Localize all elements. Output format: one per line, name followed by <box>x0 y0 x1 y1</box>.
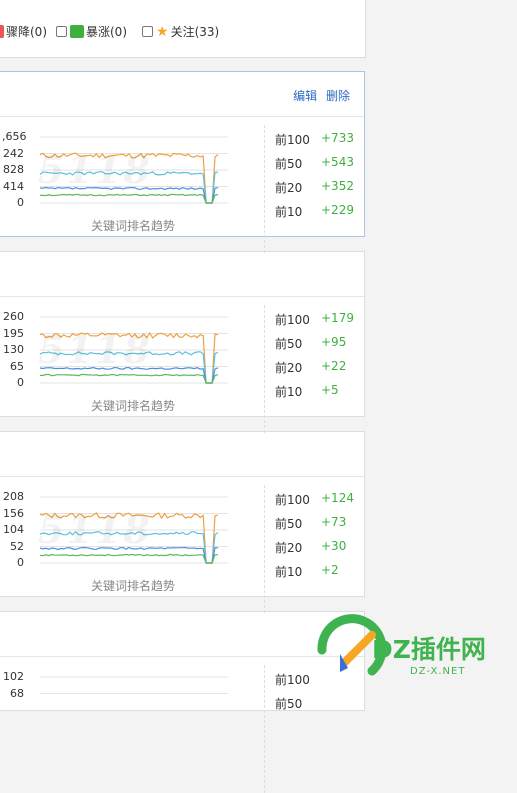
rank-change: +2 <box>321 563 339 577</box>
chart-caption: 关键词排名趋势 <box>91 579 176 593</box>
edit-link[interactable]: 编辑 <box>293 89 317 103</box>
rank-change: +73 <box>321 515 347 529</box>
y-tick-label: 156 <box>3 506 24 520</box>
series-line-top10 <box>39 553 218 564</box>
logo-domain: DZ-X.NET <box>410 666 466 677</box>
star-icon: ★ <box>156 23 169 40</box>
rank-label: 前100 <box>275 313 310 327</box>
trend-down-icon <box>0 25 4 38</box>
card-header <box>0 432 364 477</box>
y-tick-label: 414 <box>3 179 24 193</box>
rank-stat: 前50 +73 <box>275 515 346 532</box>
stats-divider <box>264 665 265 793</box>
y-tick-label: 130 <box>3 343 24 356</box>
filter-plunge[interactable]: 骤降(0) <box>0 23 47 40</box>
rank-change: +179 <box>321 311 354 325</box>
y-tick-label: 104 <box>3 523 24 536</box>
y-tick-label: 0 <box>17 556 24 569</box>
site-logo: DZ插件网 DZ-X.NET <box>310 600 517 700</box>
rank-change: +95 <box>321 335 347 349</box>
trend-chart: 208 156 104 52 0 5118 关键词排名趋势 <box>0 489 240 601</box>
rank-change: +124 <box>321 491 354 505</box>
trend-chart-svg <box>40 676 228 694</box>
rank-stat: 前100 +124 <box>275 491 354 508</box>
rank-change: +733 <box>321 131 354 145</box>
y-tick-label: 65 <box>10 359 24 373</box>
rank-stat: 前10 +5 <box>275 383 339 400</box>
y-tick-label: 0 <box>17 196 24 209</box>
rank-label: 前50 <box>275 157 303 171</box>
watermark: 5118 <box>38 327 152 372</box>
y-tick-label: 102 <box>3 670 24 683</box>
trend-chart: 260 195 130 65 0 5118 关键词排名趋势 <box>0 309 240 421</box>
rank-change: +22 <box>321 359 347 373</box>
trend-up-icon <box>70 25 84 38</box>
y-tick-label: 0 <box>17 376 24 389</box>
follow-checkbox[interactable] <box>142 26 153 37</box>
y-tick-label: 828 <box>3 163 24 176</box>
y-tick-label: 195 <box>3 326 24 340</box>
rank-label: 前50 <box>275 697 303 711</box>
rank-change: +229 <box>321 203 354 217</box>
rank-stat: 前50 +543 <box>275 155 354 172</box>
card-header <box>0 252 364 297</box>
rank-label: 前100 <box>275 673 310 687</box>
rank-label: 前20 <box>275 541 303 555</box>
rank-stat: 前20 +30 <box>275 539 346 556</box>
y-tick-label: 68 <box>10 686 24 700</box>
rank-stat: 前50 <box>275 695 302 712</box>
rank-label: 前50 <box>275 517 303 531</box>
rank-change: +352 <box>321 179 354 193</box>
logo-brand: DZ插件网 <box>372 635 486 664</box>
rank-label: 前10 <box>275 205 303 219</box>
rank-label: 前10 <box>275 565 303 579</box>
rank-label: 前100 <box>275 133 310 147</box>
rank-change: +5 <box>321 383 339 397</box>
stats-divider <box>264 305 265 433</box>
watermark: 5118 <box>38 147 152 192</box>
rank-stat: 前50 +95 <box>275 335 346 352</box>
filter-bar: 骤降(0) 暴涨(0) ★ 关注(33) <box>0 0 366 58</box>
surge-checkbox[interactable] <box>56 26 67 37</box>
rank-label: 前20 <box>275 181 303 195</box>
rank-change: +30 <box>321 539 347 553</box>
rank-label: 前10 <box>275 385 303 399</box>
watermark: 5118 <box>38 507 152 552</box>
rank-label: 前50 <box>275 337 303 351</box>
series-line-top10 <box>39 373 219 384</box>
rank-stat: 前20 +22 <box>275 359 346 376</box>
chart-caption: 关键词排名趋势 <box>91 399 176 413</box>
series-line-top10 <box>39 193 219 204</box>
delete-link[interactable]: 删除 <box>326 89 350 103</box>
rank-stat: 前10 +229 <box>275 203 354 220</box>
y-tick-label: 52 <box>10 539 24 553</box>
rank-stat: 前100 +179 <box>275 311 354 328</box>
rank-stat: 前20 +352 <box>275 179 354 196</box>
card-header: 编辑 删除 <box>0 72 364 117</box>
stats-divider <box>264 125 265 253</box>
rank-stat: 前100 +733 <box>275 131 354 148</box>
y-tick-label: 260 <box>3 310 24 323</box>
y-tick-label: 242 <box>3 146 24 160</box>
rank-change: +543 <box>321 155 354 169</box>
trend-chart: ,656 242 828 414 0 5118 关键词排名趋势 <box>0 129 240 241</box>
filter-surge[interactable]: 暴涨(0) <box>56 23 127 40</box>
rank-label: 前100 <box>275 493 310 507</box>
rank-stat: 前100 <box>275 671 310 688</box>
y-tick-label: 208 <box>3 490 24 503</box>
trend-chart: 102 68 <box>0 669 240 781</box>
filter-follow[interactable]: ★ 关注(33) <box>142 23 219 40</box>
chart-caption: 关键词排名趋势 <box>91 219 176 233</box>
rank-stat: 前10 +2 <box>275 563 339 580</box>
rank-label: 前20 <box>275 361 303 375</box>
y-tick-label: ,656 <box>2 130 27 143</box>
stats-divider <box>264 485 265 613</box>
